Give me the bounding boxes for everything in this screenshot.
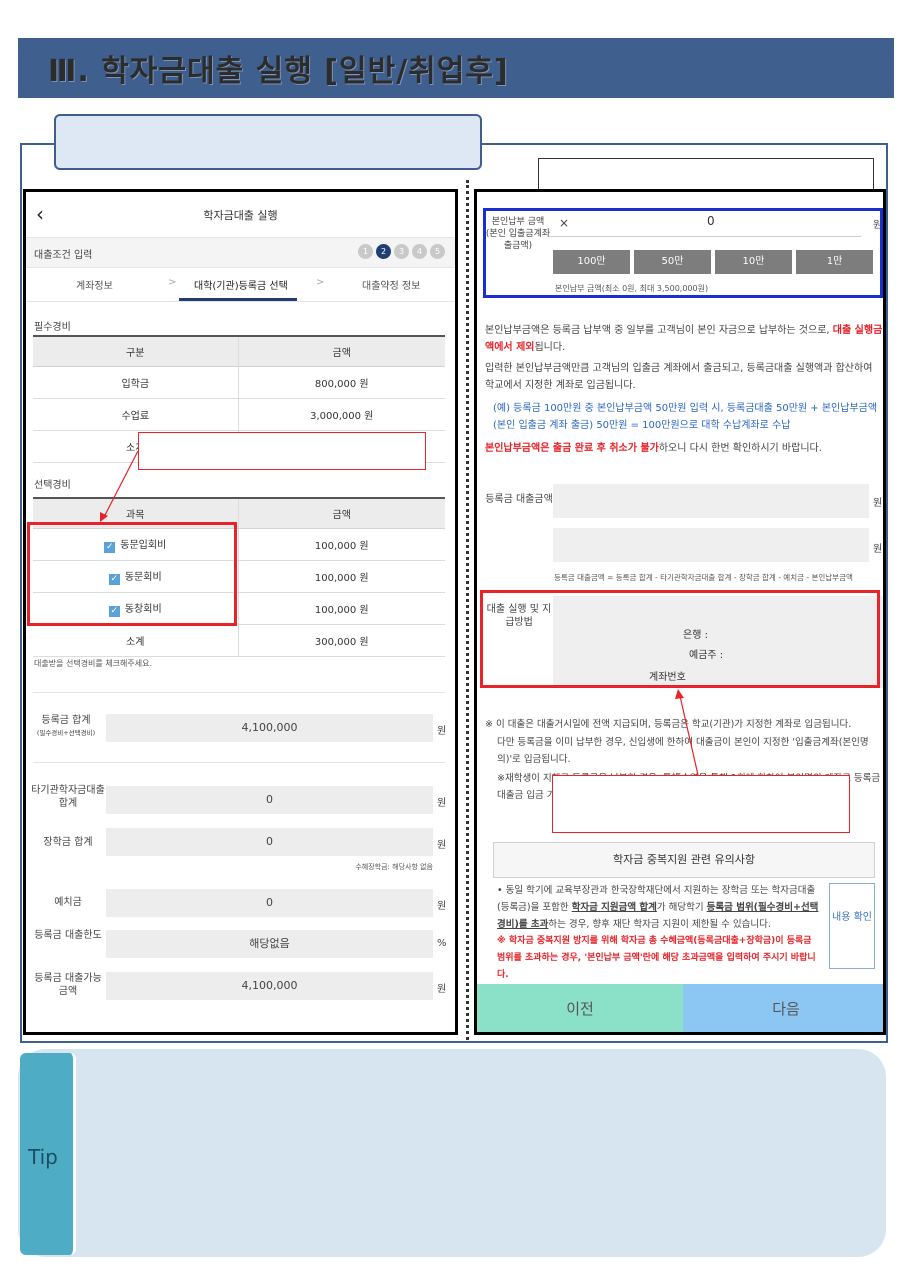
tip-label: Tip [28, 1145, 58, 1169]
arrow-line-right [679, 695, 699, 776]
tip-strip: Tip [20, 1053, 76, 1255]
arrow-line-left [103, 450, 139, 518]
arrow-head-right [675, 689, 684, 699]
tip-box: Tip [18, 1049, 886, 1257]
arrow-head-left [100, 512, 108, 522]
